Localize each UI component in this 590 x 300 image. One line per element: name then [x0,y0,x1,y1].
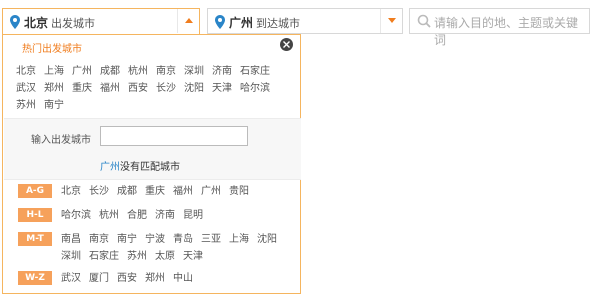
hot-city-link[interactable]: 长沙 [156,79,176,94]
group-city-list: 北京 长沙 成都 重庆 福州 广州 贵阳 [61,184,289,201]
hot-city-link[interactable]: 西安 [128,79,148,94]
hot-cities-row: 苏州 南宁 [16,96,286,113]
group-tag: W-Z [18,271,52,285]
hot-city-link[interactable]: 郑州 [44,79,64,94]
city-link[interactable]: 西安 [117,272,137,288]
hot-city-link[interactable]: 武汉 [16,79,36,94]
hot-cities-title: 热门出发城市 [22,44,82,55]
city-link[interactable]: 郑州 [145,272,165,288]
city-input[interactable] [100,126,248,146]
city-link[interactable]: 昆明 [183,209,203,225]
origin-city-field[interactable]: 北京 出发城市 [2,8,200,35]
city-link[interactable]: 福州 [173,185,193,201]
city-link[interactable]: 哈尔滨 [61,209,91,225]
hot-city-link[interactable]: 苏州 [16,96,36,111]
hot-city-link[interactable]: 广州 [72,62,92,77]
city-link[interactable]: 天津 [183,250,203,266]
hot-city-link[interactable]: 杭州 [128,62,148,77]
hot-cities-row: 北京 上海 广州 成都 杭州 南京 深圳 济南 石家庄 [16,62,286,79]
city-link[interactable]: 合肥 [127,209,147,225]
hot-city-link[interactable]: 哈尔滨 [240,79,270,94]
hot-city-link[interactable]: 福州 [100,79,120,94]
city-link[interactable]: 苏州 [127,250,147,266]
origin-city-dropdown: 热门出发城市 北京 上海 广州 成都 杭州 南京 深圳 济南 石家庄 武汉 郑州 重庆 福州 西安 长沙沈… [2,34,301,294]
city-link[interactable]: 中山 [173,272,193,288]
location-pin-icon [215,15,225,29]
hot-city-link[interactable]: 重庆 [72,79,92,94]
city-link[interactable]: 沈阳 [257,233,277,249]
city-link[interactable]: 三亚 [201,233,221,249]
group-tag: M-T [18,232,52,246]
group-tag: A-G [18,184,52,198]
city-link[interactable]: 广州 [201,185,221,201]
destination-city-field[interactable]: 广州 到达城市 [207,8,403,34]
hot-cities-list: 北京 上海 广州 成都 杭州 南京 深圳 济南 石家庄 武汉 郑州 重庆 福州 西安 长沙 沈阳 天津 哈尔滨 … [16,62,286,113]
destination-city-value: 广州 到达城市 [229,16,301,30]
city-link[interactable]: 成都 [117,185,137,201]
city-link[interactable]: 济南 [155,209,175,225]
group-city-list: 南昌 南京 南宁 宁波 青岛 三亚 上海 沈阳深圳 石家庄 苏州 太原 天津 [61,232,289,266]
city-link[interactable]: 深圳 [61,250,81,266]
city-link[interactable]: 杭州 [99,209,119,225]
city-link[interactable]: 厦门 [89,272,109,288]
city-link[interactable]: 南昌 [61,233,81,249]
origin-toggle-button[interactable] [177,9,199,33]
group-city-list: 哈尔滨 杭州 合肥 济南 昆明 [61,208,289,225]
hot-city-link[interactable]: 南宁 [44,96,64,111]
hot-city-link[interactable]: 石家庄 [240,62,270,77]
city-input-label: 输入出发城市 [31,135,91,146]
hot-city-link[interactable]: 成都 [100,62,120,77]
hot-city-link[interactable]: 南京 [156,62,176,77]
group-tag: H-L [18,208,52,222]
city-link[interactable]: 上海 [229,233,249,249]
hot-city-link[interactable]: 深圳 [184,62,204,77]
hot-city-link[interactable]: 天津 [212,79,232,94]
hot-city-link[interactable]: 济南 [212,62,232,77]
group-city-list: 武汉 厦门 西安 郑州 中山 [61,271,289,288]
city-link[interactable]: 北京 [61,185,81,201]
city-link[interactable]: 南京 [89,233,109,249]
no-match-message: 广州没有匹配城市 [100,162,180,173]
hot-city-link[interactable]: 沈阳 [184,79,204,94]
keyword-search-field[interactable]: 请输入目的地、主题或关键词 [409,8,590,47]
city-link[interactable]: 太原 [155,250,175,266]
city-link[interactable]: 青岛 [173,233,193,249]
origin-city-value: 北京 出发城市 [24,16,96,30]
city-link[interactable]: 南宁 [117,233,137,249]
city-link[interactable]: 石家庄 [89,250,119,266]
chevron-up-icon [185,18,193,23]
hot-city-link[interactable]: 上海 [44,62,64,77]
city-link[interactable]: 宁波 [145,233,165,249]
city-link[interactable]: 贵阳 [229,185,249,201]
close-button[interactable] [280,38,293,51]
chevron-down-icon [388,18,396,23]
city-link[interactable]: 武汉 [61,272,81,288]
location-pin-icon [10,15,20,29]
close-icon [283,41,290,48]
city-link[interactable]: 重庆 [145,185,165,201]
keyword-placeholder: 请输入目的地、主题或关键词 [434,16,579,47]
search-icon [417,14,431,28]
hot-city-link[interactable]: 北京 [16,62,36,77]
destination-toggle-button[interactable] [380,9,402,33]
city-input-section: 输入出发城市 广州没有匹配城市 [4,118,301,180]
city-link[interactable]: 长沙 [89,185,109,201]
hot-cities-row: 武汉 郑州 重庆 福州 西安 长沙 沈阳 天津 哈尔滨 [16,79,286,96]
